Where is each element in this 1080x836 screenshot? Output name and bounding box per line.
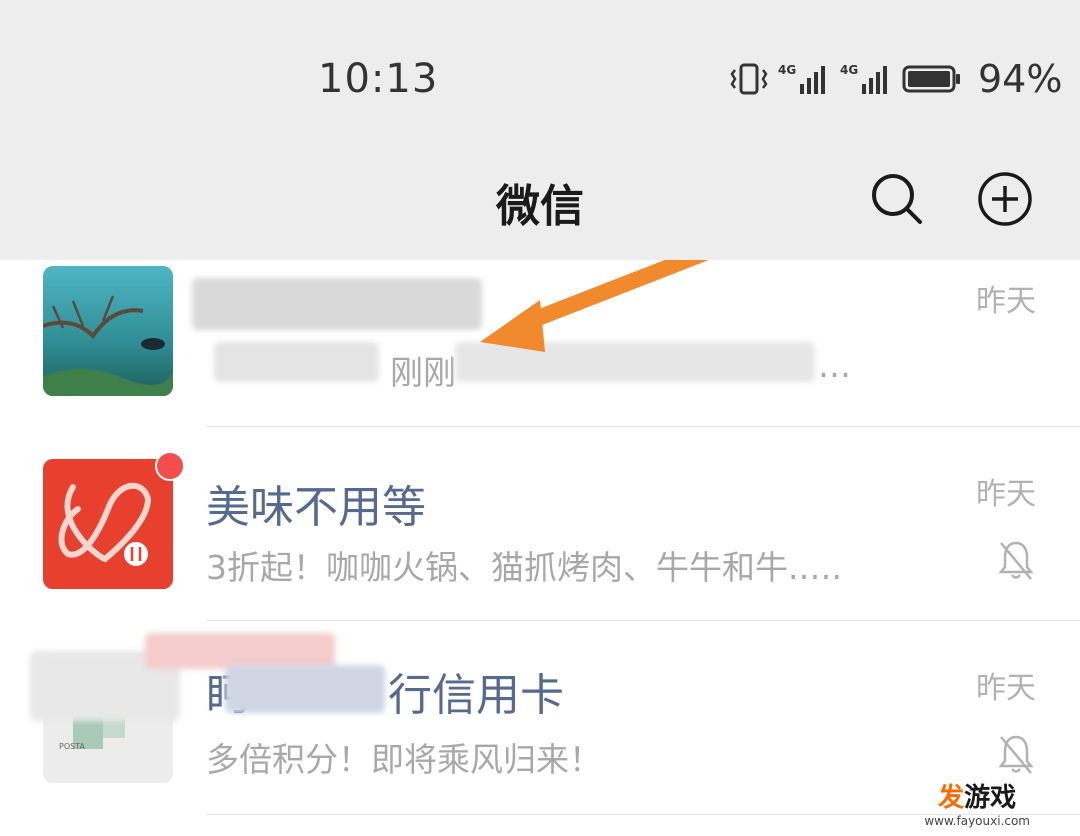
search-button[interactable] (862, 164, 932, 234)
chat-row[interactable]: 美味不用等 3折起！咖咖火锅、猫抓烤肉、牛牛和牛.…. 昨天 (0, 427, 1080, 621)
status-bar: 10:13 4G 4G 94% (0, 0, 1080, 140)
watermark: 发游戏 www.fayouxi.com (924, 777, 1030, 828)
vibrate-icon (730, 63, 768, 95)
avatar (43, 459, 173, 589)
plus-circle-icon (978, 172, 1032, 226)
mute-bell-icon (998, 541, 1034, 580)
chat-row[interactable]: POSTA 眄 行信用卡 多倍积分！即将乘风归来！ 昨天 (0, 621, 1080, 815)
status-time: 10:13 (318, 56, 439, 102)
chat-time: 昨天 (976, 671, 1036, 706)
watermark-url: www.fayouxi.com (924, 814, 1030, 828)
signal-4g-icon: 4G (778, 63, 825, 94)
unread-dot (155, 451, 185, 481)
chat-preview: 3折起！咖咖火锅、猫抓烤肉、牛牛和牛.…. (206, 548, 842, 587)
chat-name: 行信用卡 (388, 670, 564, 721)
svg-text:POSTA: POSTA (59, 742, 85, 751)
search-icon (872, 174, 922, 224)
svg-text:4G: 4G (840, 63, 858, 77)
chat-time: 昨天 (976, 477, 1036, 512)
status-icons: 4G 4G 94% (730, 56, 1062, 102)
battery-icon (902, 65, 960, 93)
redacted-name (225, 665, 385, 713)
chat-preview: 多倍积分！即将乘风归来！ (206, 740, 602, 779)
svg-text:4G: 4G (778, 63, 796, 77)
add-button[interactable] (970, 164, 1040, 234)
chat-name: 美味不用等 (206, 482, 426, 533)
header-bar: 微信 (0, 140, 1080, 260)
signal-4g-icon: 4G (840, 63, 887, 94)
watermark-title: 发游戏 (938, 783, 1017, 813)
battery-percentage: 94% (978, 57, 1063, 101)
mute-bell-icon (998, 735, 1034, 774)
